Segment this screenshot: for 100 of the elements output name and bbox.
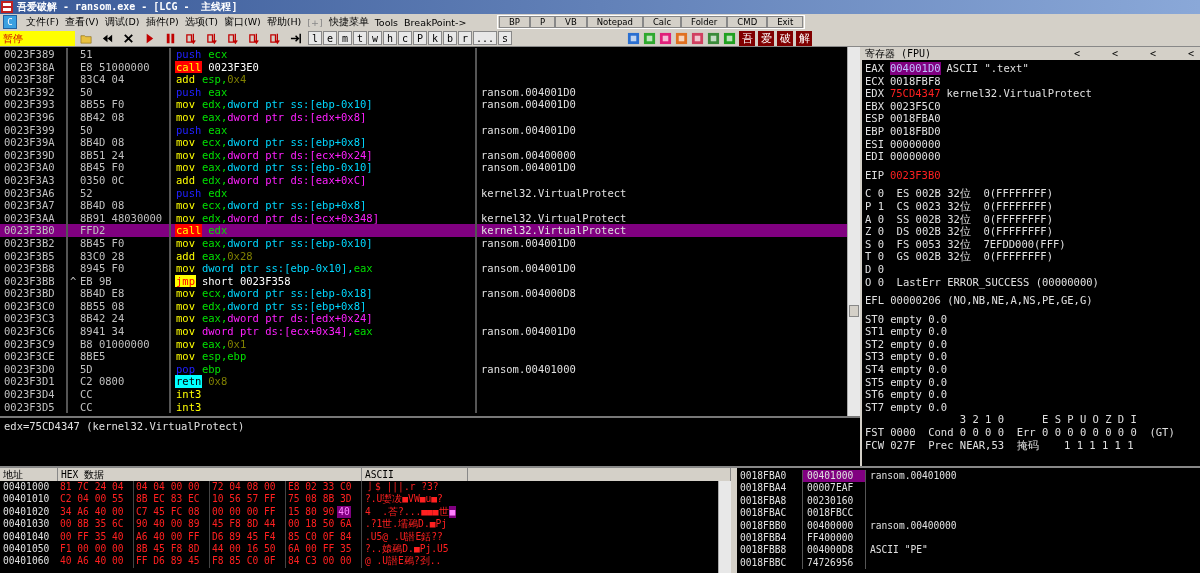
window-button[interactable]: k [428, 31, 442, 45]
register-value[interactable]: 0018FBF8 [889, 74, 941, 88]
stack-value[interactable]: 0018FBCC [803, 507, 865, 520]
disasm-row[interactable]: 0023F399 50 push eax ransom.004001D0 [0, 123, 847, 137]
window-button[interactable]: m [338, 31, 352, 45]
scroll-button[interactable]: < [1181, 47, 1200, 60]
disasm-row[interactable]: 0023F3CE 8BE5 mov esp,ebp [0, 350, 847, 363]
menu-item[interactable]: Tools [371, 16, 402, 28]
toolbar-icon[interactable] [643, 31, 657, 45]
scroll-button[interactable]: < [1143, 47, 1162, 60]
register-value[interactable]: 00000000 [889, 137, 941, 151]
window-button[interactable]: s [498, 31, 513, 45]
operand: 0x4 [227, 73, 247, 86]
register-value[interactable]: 0018FBA0 [889, 112, 941, 125]
logo-button[interactable]: 解 [796, 30, 813, 46]
scroll-button[interactable]: < [1105, 47, 1124, 60]
stack-value[interactable]: 00230160 [803, 494, 865, 508]
disasm-row[interactable]: 0023F39D 8B51 24 mov edx,dword ptr ds:[ecx+0x24] ransom.00400000 [0, 148, 847, 162]
menu-item[interactable]: 插件(P) [142, 15, 182, 29]
quick-button[interactable]: Calc [642, 16, 682, 28]
disasm-row[interactable]: 0023F3A7 8B4D 08 mov ecx,dword ptr ss:[ebp+0x8] [0, 199, 847, 212]
register-value[interactable]: 0023F3B0 [889, 168, 941, 182]
register-line: T 0 GS 002B 32位 0(FFFFFFFF) [865, 250, 1053, 263]
register-value[interactable]: 00000000 [889, 150, 941, 163]
toolbar-icon[interactable] [659, 31, 673, 45]
disasm-row[interactable]: 0023F3BD 8B4D E8 mov ecx,dword ptr ss:[ebp-0x18] ransom.004000D8 [0, 287, 847, 300]
window-button[interactable]: l [308, 31, 322, 45]
window-button[interactable]: P [413, 31, 427, 45]
logo-button[interactable]: 吾 [739, 30, 756, 46]
window-button[interactable]: t [353, 31, 367, 45]
stack-value[interactable]: 00400000 [803, 519, 865, 532]
address-cell: 0023F3D1 [0, 375, 68, 389]
hex-bytes: 90 40 00 89 [136, 518, 200, 531]
window-button[interactable]: w [368, 31, 382, 45]
menu-item[interactable]: 文件(F) [23, 15, 62, 29]
quick-button[interactable]: P [529, 16, 556, 28]
stack-value[interactable]: 00007EAF [803, 482, 865, 495]
disasm-row[interactable]: 0023F3A6 52 push edx kernel32.VirtualProtect [0, 186, 847, 200]
stack-value[interactable]: 004000D8 [803, 544, 865, 557]
logo-button[interactable]: 爱 [758, 30, 775, 46]
disasm-row[interactable]: 0023F3A0 8B45 F0 mov eax,dword ptr ss:[ebp-0x10] ransom.004001D0 [0, 161, 847, 174]
disasm-row[interactable]: 0023F3B5 83C0 28 add eax,0x28 [0, 249, 847, 263]
menu-item[interactable]: 选项(T) [181, 15, 221, 29]
quick-button[interactable]: Folder [681, 16, 728, 28]
disasm-row[interactable]: 0023F38F 83C4 04 add esp,0x4 [0, 73, 847, 86]
scroll-button[interactable]: < [1067, 47, 1086, 60]
menu-item[interactable]: 窗口(W) [220, 15, 264, 29]
disasm-row[interactable]: 0023F3C9 B8 01000000 mov eax,0x1 [0, 337, 847, 351]
disasm-row[interactable]: 0023F3C0 8B55 08 mov edx,dword ptr ss:[ebp+0x8] [0, 299, 847, 313]
disasm-row[interactable]: 0023F396 8B42 08 mov eax,dword ptr ds:[edx+0x8] [0, 110, 847, 124]
disasm-row[interactable]: 0023F39A 8B4D 08 mov ecx,dword ptr ss:[ebp+0x8] [0, 136, 847, 149]
disasm-row[interactable]: 0023F3D1 C2 0800 retn 0x8 [0, 375, 847, 389]
disasm-row[interactable]: 0023F3B2 8B45 F0 mov eax,dword ptr ss:[ebp-0x10] ransom.004001D0 [0, 236, 847, 250]
quick-button[interactable]: Exit [767, 16, 804, 28]
quick-button[interactable]: Notepad [586, 16, 643, 28]
disasm-row[interactable]: 0023F393 8B55 F0 mov edx,dword ptr ss:[ebp-0x10] ransom.004001D0 [0, 98, 847, 111]
stack-value[interactable]: 00401000 [803, 470, 865, 483]
quick-button[interactable]: CMD [727, 16, 768, 28]
menu-item[interactable]: BreakPoint-> [401, 16, 470, 28]
disasm-row[interactable]: 0023F38A E8 51000000 call 0023F3E0 [0, 60, 847, 74]
close-icon[interactable] [122, 31, 135, 45]
menu-item[interactable]: 调试(D) [101, 15, 143, 29]
disasm-row[interactable]: 0023F3C6 8941 34 mov dword ptr ds:[ecx+0x34],eax ransom.004001D0 [0, 325, 847, 338]
window-button[interactable]: r [458, 31, 472, 45]
menu-item[interactable]: 帮助(H) [263, 15, 305, 29]
quick-button[interactable]: BP [499, 16, 530, 28]
toolbar-icon[interactable] [675, 31, 689, 45]
address-cell-text: 00401040 [2, 530, 51, 543]
window-button[interactable]: ... [473, 31, 498, 45]
window-button[interactable]: b [443, 31, 457, 45]
toolbar-icon[interactable] [707, 31, 721, 45]
scrollbar[interactable] [847, 47, 860, 416]
disasm-row[interactable]: 0023F3BB ^ EB 9B jmp short 0023F358 [0, 274, 847, 288]
window-button[interactable]: e [323, 31, 337, 45]
disasm-row[interactable]: 0023F3C3 8B42 24 mov eax,dword ptr ds:[edx+0x24] [0, 312, 847, 326]
disasm-row[interactable]: 0023F3D4 CC int3 [0, 388, 847, 401]
hex-bytes: 00 18 50 6A [288, 518, 352, 531]
window-button[interactable]: h [383, 31, 397, 45]
stack-value[interactable]: 74726956 [803, 556, 865, 570]
register-value[interactable]: 0018FBD0 [889, 124, 941, 138]
disasm-row[interactable]: 0023F3A3 0350 0C add edx,dword ptr ds:[eax+0xC] [0, 173, 847, 187]
register-value[interactable]: 0023F5C0 [889, 99, 941, 113]
toolbar-icon[interactable] [691, 31, 705, 45]
register-value[interactable]: 004001D0 [889, 62, 941, 75]
address-cell: 0023F3D0 [0, 362, 68, 376]
comment-cell: ransom.00401000 [870, 470, 957, 481]
logo-button[interactable]: 破 [777, 30, 794, 46]
disasm-row[interactable]: 0023F3B0 FFD2 call edx kernel32.VirtualProtect [0, 224, 847, 237]
toolbar-icon[interactable] [627, 31, 641, 45]
menu-item[interactable]: 查看(V) [61, 15, 102, 29]
quick-button[interactable]: VB [555, 16, 587, 28]
pause-icon[interactable] [164, 31, 177, 45]
menu-item[interactable]: 快捷菜单 [325, 15, 372, 29]
register-value[interactable]: 75CD4347 [889, 87, 941, 100]
disasm-row[interactable]: 0023F3D5 CC int3 [0, 400, 847, 414]
stack-value[interactable]: FF400000 [803, 531, 865, 545]
toolbar-icon[interactable] [723, 31, 737, 45]
window-button[interactable]: c [398, 31, 412, 45]
disasm-row[interactable]: 0023F392 50 push eax ransom.004001D0 [0, 85, 847, 99]
scrollbar[interactable] [718, 481, 731, 573]
